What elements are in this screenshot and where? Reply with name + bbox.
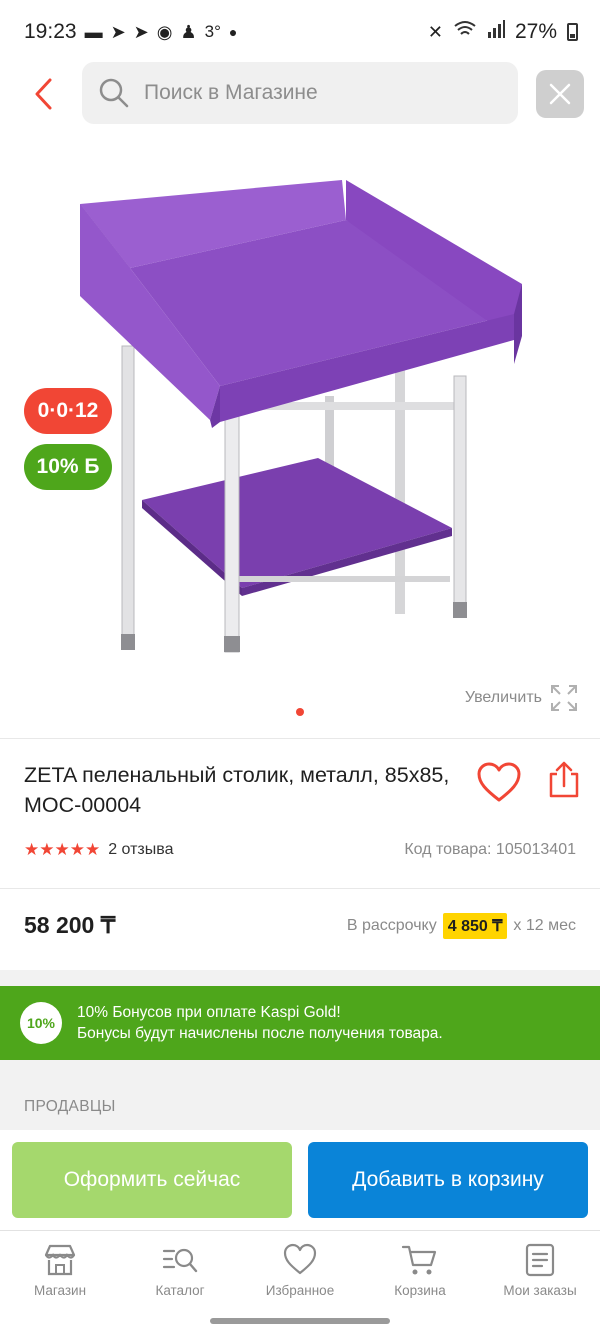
section-gap	[0, 970, 600, 986]
tab-favorites[interactable]: Избранное	[240, 1231, 360, 1332]
rating[interactable]: ★★★★★ 2 отзыва	[24, 840, 173, 860]
battery-level: 27%	[514, 20, 557, 43]
tab-label: Избранное	[265, 1283, 335, 1298]
bonus-badge: 10% Б	[24, 444, 112, 490]
tab-catalog[interactable]: Каталог	[120, 1231, 240, 1332]
tab-label: Корзина	[394, 1283, 446, 1298]
buy-now-button[interactable]: Оформить сейчас	[12, 1142, 292, 1218]
bottom-tab-bar: Магазин Каталог Избранное Корзина Мои за…	[0, 1230, 600, 1332]
store-icon	[44, 1244, 76, 1276]
close-icon	[549, 83, 571, 105]
back-button[interactable]	[26, 74, 62, 114]
search-box[interactable]	[82, 62, 518, 124]
price: 58 200 ₸	[24, 912, 116, 938]
divider	[0, 888, 600, 889]
installment-amount: 4 850 ₸	[442, 912, 508, 939]
product-title: ZETA пеленальный столик, металл, 85x85, …	[24, 763, 450, 817]
sellers-section: ПРОДАВЦЫ	[0, 1060, 600, 1130]
bonus-line-2: Бонусы будут начислены после получения т…	[77, 1025, 443, 1042]
installment-info[interactable]: В рассрочку 4 850 ₸ x 12 мес	[346, 912, 576, 939]
tab-orders[interactable]: Мои заказы	[480, 1231, 600, 1332]
home-indicator[interactable]	[210, 1318, 390, 1324]
clock: 19:23	[24, 20, 77, 43]
heart-icon	[283, 1243, 317, 1275]
telegram-icon: ➤	[110, 21, 126, 42]
tab-store[interactable]: Магазин	[0, 1231, 120, 1332]
reviews-count[interactable]: 2 отзыва	[108, 841, 173, 859]
installment-badge: 0·0·12	[24, 388, 112, 434]
tab-label: Каталог	[155, 1283, 205, 1298]
tab-label: Магазин	[33, 1283, 87, 1298]
bonus-line-1: 10% Бонусов при оплате Kaspi Gold!	[77, 1004, 341, 1021]
temperature: 3°	[204, 22, 221, 41]
divider	[0, 738, 600, 739]
zoom-label: Увеличить	[464, 689, 542, 706]
search-input[interactable]	[144, 81, 484, 105]
share-icon	[549, 761, 579, 798]
catalog-icon	[162, 1248, 198, 1273]
product-code: Код товара: 105013401	[404, 841, 576, 858]
tab-cart[interactable]: Корзина	[360, 1231, 480, 1332]
telegram-icon: ➤	[133, 21, 149, 42]
rating-row: ★★★★★ 2 отзыва Код товара: 105013401	[24, 840, 576, 860]
close-button[interactable]	[536, 70, 584, 118]
search-bar	[0, 62, 600, 126]
signal-icon	[487, 20, 505, 44]
price-row: 58 200 ₸ В рассрочку 4 850 ₸ x 12 мес	[24, 912, 576, 939]
carousel-indicator-dot	[296, 708, 304, 716]
orders-icon	[525, 1243, 555, 1277]
installment-prefix: В рассрочку	[346, 916, 437, 934]
cart-icon	[401, 1245, 437, 1275]
share-button[interactable]	[546, 760, 582, 800]
action-bar: Оформить сейчас Добавить в корзину	[0, 1130, 600, 1230]
chrome-icon: ◉	[156, 21, 173, 42]
battery-icon	[567, 23, 578, 41]
expand-icon	[551, 685, 577, 711]
chevron-left-icon	[35, 78, 52, 110]
bonus-percent-badge: 10%	[20, 1002, 62, 1044]
search-icon	[99, 78, 129, 108]
heart-icon	[477, 762, 521, 802]
bonus-banner[interactable]: 10% 10% Бонусов при оплате Kaspi Gold! Б…	[0, 986, 600, 1060]
zoom-button[interactable]: Увеличить	[465, 684, 578, 712]
product-gallery[interactable]: 0·0·12 10% Б Увеличить	[0, 140, 600, 738]
installment-suffix: x 12 мес	[513, 916, 576, 934]
status-left: 19:23 ▬ ➤ ➤ ◉ ♟ 3° ●	[24, 20, 237, 44]
status-bar: 19:23 ▬ ➤ ➤ ◉ ♟ 3° ● ✕ 27%	[0, 0, 600, 64]
status-right: ✕ 27%	[428, 20, 578, 44]
tab-label: Мои заказы	[503, 1283, 577, 1298]
product-image[interactable]	[70, 176, 530, 656]
rating-stars-icon: ★★★★★	[24, 840, 101, 859]
add-to-cart-button[interactable]: Добавить в корзину	[308, 1142, 588, 1218]
message-icon: ▬	[84, 21, 103, 42]
sellers-title: ПРОДАВЦЫ	[24, 1098, 116, 1115]
mute-icon: ✕	[427, 21, 443, 42]
favorite-button[interactable]	[476, 762, 522, 804]
game-icon: ♟	[180, 21, 197, 42]
wifi-icon	[453, 20, 477, 44]
bonus-text: 10% Бонусов при оплате Kaspi Gold! Бонус…	[77, 1002, 443, 1044]
notification-dot-icon: ●	[228, 24, 238, 40]
